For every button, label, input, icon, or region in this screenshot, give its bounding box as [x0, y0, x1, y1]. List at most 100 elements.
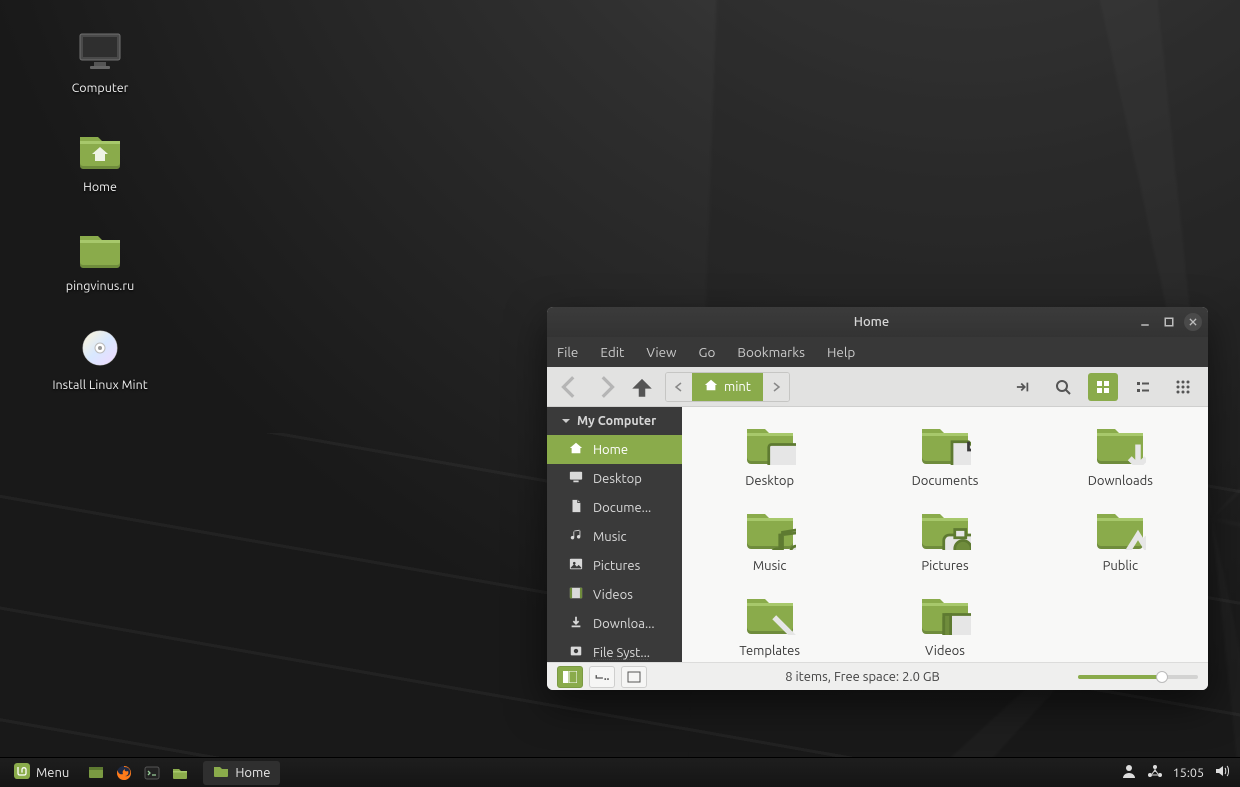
path-history-forward[interactable] — [763, 373, 789, 401]
folder-label: Pictures — [921, 559, 968, 573]
sidebar-heading-label: My Computer — [577, 414, 656, 428]
desktop-icon-pingvinus[interactable]: pingvinus.ru — [40, 228, 160, 293]
nav-back-button[interactable] — [557, 374, 583, 400]
sidebar-hide-toggle[interactable] — [621, 666, 647, 688]
folder-content[interactable]: Desktop Documents Downloads Music Pictur… — [682, 407, 1208, 662]
sidebar-heading[interactable]: My Computer — [547, 407, 682, 435]
toggle-location-button[interactable] — [1008, 373, 1038, 401]
path-label: mint — [724, 380, 751, 394]
folder-videos[interactable]: Videos — [890, 591, 1000, 658]
tray-clock[interactable]: 15:05 — [1173, 766, 1204, 780]
window-maximize-button[interactable] — [1160, 313, 1178, 331]
folder-music[interactable]: Music — [715, 506, 825, 573]
download-icon — [569, 615, 583, 632]
desktop-icon-label: Computer — [72, 81, 129, 95]
folder-icon — [213, 763, 229, 782]
file-manager-window: Home File Edit View Go Bookmarks Help — [547, 307, 1208, 690]
desktop-icon-home[interactable]: Home — [40, 129, 160, 194]
view-icons-button[interactable] — [1088, 373, 1118, 401]
folder-home-icon — [76, 129, 124, 174]
disc-icon — [76, 327, 124, 372]
folder-icon — [76, 228, 124, 273]
menu-go[interactable]: Go — [697, 340, 718, 364]
desktop-icon-label: Install Linux Mint — [52, 378, 147, 392]
folder-label: Documents — [912, 474, 979, 488]
folder-icon — [919, 591, 971, 638]
tray-volume-icon[interactable] — [1214, 763, 1230, 782]
menubar: File Edit View Go Bookmarks Help — [547, 337, 1208, 367]
toolbar: mint — [547, 367, 1208, 407]
folder-label: Templates — [739, 644, 800, 658]
start-menu-button[interactable]: Menu — [6, 761, 77, 785]
path-segment-current[interactable]: mint — [692, 373, 763, 401]
sidebar-item-download[interactable]: Downloa... — [547, 609, 682, 638]
sidebar-tree-toggle[interactable]: ⌙.. — [589, 666, 615, 688]
desktop-icon-computer[interactable]: Computer — [40, 30, 160, 95]
sidebar-item-label: Docume... — [593, 501, 651, 515]
sidebar-item-music[interactable]: Music — [547, 522, 682, 551]
menu-bookmarks[interactable]: Bookmarks — [735, 340, 807, 364]
desktop-icon-label: Home — [83, 180, 117, 194]
home-icon — [569, 441, 583, 458]
launcher-firefox[interactable] — [113, 762, 135, 784]
disk-icon — [569, 644, 583, 661]
status-text: 8 items, Free space: 2.0 GB — [657, 670, 1068, 684]
sidebar-item-label: Pictures — [593, 559, 640, 573]
folder-icon — [744, 591, 796, 638]
monitor-icon — [76, 30, 124, 75]
sidebar-item-disk[interactable]: File Syst... — [547, 638, 682, 662]
desktop-icons: Computer Home pingvinus.ru Install Linux… — [40, 30, 160, 392]
folder-documents[interactable]: Documents — [890, 421, 1000, 488]
view-compact-button[interactable] — [1168, 373, 1198, 401]
folder-icon — [744, 421, 796, 468]
launcher-show-desktop[interactable] — [85, 762, 107, 784]
sidebar-item-label: Music — [593, 530, 627, 544]
sidebar-item-label: Videos — [593, 588, 633, 602]
statusbar: ⌙.. 8 items, Free space: 2.0 GB — [547, 662, 1208, 690]
folder-label: Public — [1103, 559, 1138, 573]
folder-icon — [919, 421, 971, 468]
folder-downloads[interactable]: Downloads — [1065, 421, 1175, 488]
launcher-files[interactable] — [169, 762, 191, 784]
folder-public[interactable]: Public — [1065, 506, 1175, 573]
sidebar-places-toggle[interactable] — [557, 666, 583, 688]
sidebar-item-document[interactable]: Docume... — [547, 493, 682, 522]
folder-label: Downloads — [1088, 474, 1153, 488]
window-close-button[interactable] — [1184, 313, 1202, 331]
launcher-terminal[interactable] — [141, 762, 163, 784]
menu-help[interactable]: Help — [825, 340, 857, 364]
sidebar-item-pictures[interactable]: Pictures — [547, 551, 682, 580]
home-icon — [704, 378, 718, 395]
task-home[interactable]: Home — [203, 761, 280, 785]
folder-icon — [1094, 421, 1146, 468]
folder-pictures[interactable]: Pictures — [890, 506, 1000, 573]
desktop-icon-label: pingvinus.ru — [66, 279, 134, 293]
tray-user-icon[interactable] — [1121, 763, 1137, 782]
panel-launchers — [85, 762, 191, 784]
nav-up-button[interactable] — [629, 374, 655, 400]
folder-icon — [744, 506, 796, 553]
sidebar-item-label: Home — [593, 443, 628, 457]
window-minimize-button[interactable] — [1136, 313, 1154, 331]
folder-templates[interactable]: Templates — [715, 591, 825, 658]
menu-edit[interactable]: Edit — [598, 340, 626, 364]
sidebar-item-desktop[interactable]: Desktop — [547, 464, 682, 493]
sidebar-item-videos[interactable]: Videos — [547, 580, 682, 609]
nav-forward-button[interactable] — [593, 374, 619, 400]
sidebar-item-label: Desktop — [593, 472, 642, 486]
videos-icon — [569, 586, 583, 603]
folder-label: Music — [753, 559, 787, 573]
path-history-back[interactable] — [666, 373, 692, 401]
sidebar-item-home[interactable]: Home — [547, 435, 682, 464]
menu-file[interactable]: File — [555, 340, 580, 364]
view-list-button[interactable] — [1128, 373, 1158, 401]
tray-network-icon[interactable] — [1147, 763, 1163, 782]
taskbar: Menu Home 15:05 — [0, 757, 1240, 787]
search-button[interactable] — [1048, 373, 1078, 401]
folder-desktop[interactable]: Desktop — [715, 421, 825, 488]
desktop-icon-install-linux-mint[interactable]: Install Linux Mint — [40, 327, 160, 392]
folder-label: Videos — [925, 644, 965, 658]
window-titlebar[interactable]: Home — [547, 307, 1208, 337]
zoom-slider[interactable] — [1078, 675, 1198, 679]
menu-view[interactable]: View — [644, 340, 678, 364]
